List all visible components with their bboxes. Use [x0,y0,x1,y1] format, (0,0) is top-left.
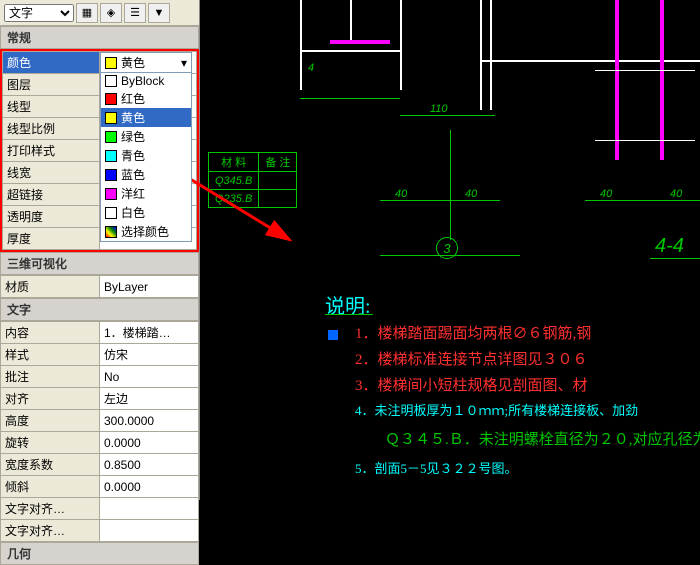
prop-rotation-label[interactable]: 旋转 [1,432,100,454]
section-3dvisual[interactable]: 三维可视化 [0,252,199,275]
drawing-area[interactable]: 4 110 40 40 40 40 材 料备 注 Q345.B Q235.B 3… [200,0,700,500]
color-option-cyan[interactable]: 青色 [101,146,191,165]
prop-ltscale-label[interactable]: 线型比例 [3,118,100,140]
toggle-pim-icon[interactable]: ▦ [76,3,98,23]
dim-text: 4 [308,62,314,74]
prop-thickness-label[interactable]: 厚度 [3,228,100,250]
color-option-green[interactable]: 绿色 [101,127,191,146]
dim-line [300,98,400,99]
dim-line [380,200,500,201]
prop-style-label[interactable]: 样式 [1,344,100,366]
filter-icon[interactable]: ☰ [124,3,146,23]
caret-down-icon: ▾ [181,56,187,70]
dim-text: 40 [670,188,682,200]
cad-line [615,0,619,160]
prop-hyperlink-label[interactable]: 超链接 [3,184,100,206]
dim-text: 40 [395,188,407,200]
prop-content-label[interactable]: 内容 [1,322,100,344]
color-option-current[interactable]: 黄色▾ [101,53,191,73]
prop-widthf-label[interactable]: 宽度系数 [1,454,100,476]
prop-oblique-label[interactable]: 倾斜 [1,476,100,498]
note-3: 3．楼梯间小短柱规格见剖面图、材 [355,374,588,395]
dim-text: 110 [430,103,448,115]
cad-line [400,0,402,90]
prop-plotstyle-label[interactable]: 打印样式 [3,140,100,162]
note-2: 2．楼梯标准连接节点详图见３０６ [355,348,588,369]
note-q345: Ｑ３４５.Ｂ．未注明螺栓直径为２０,对应孔径为 [385,428,700,449]
cad-line [330,40,390,44]
section-text[interactable]: 文字 [0,298,199,321]
cad-line [300,0,302,90]
dim-line [450,130,451,240]
quick-select-icon[interactable]: ◈ [100,3,122,23]
cad-line [490,0,492,110]
prop-content-value[interactable]: 1．楼梯踏… [100,322,199,344]
prop-lineweight-label[interactable]: 线宽 [3,162,100,184]
prop-material-value[interactable]: ByLayer [100,276,199,298]
color-option-byblock[interactable]: ByBlock [101,73,191,89]
note-4: 4．未注明板厚为１０ｍｍ;所有楼梯连接板、加劲 [355,400,638,419]
prop-height-label[interactable]: 高度 [1,410,100,432]
cad-line [480,0,482,110]
cad-line [300,50,400,52]
prop-transparency-label[interactable]: 透明度 [3,206,100,228]
prop-annot-label[interactable]: 批注 [1,366,100,388]
dim-text: 40 [465,188,477,200]
section-label: 4-4 [655,235,684,258]
selection-grip[interactable] [328,330,338,340]
prop-textalign2-label[interactable]: 文字对齐… [1,520,100,542]
section-underline [650,258,700,259]
cad-line [595,140,695,141]
material-table: 材 料备 注 Q345.B Q235.B [208,152,297,208]
section-geom[interactable]: 几何 [0,542,199,565]
cad-line [595,70,695,71]
color-option-blue[interactable]: 蓝色 [101,165,191,184]
color-option-red[interactable]: 红色 [101,89,191,108]
dim-text: 40 [600,188,612,200]
note-1: 1．楼梯踏面踢面均两根∅６钢筋,钢 [355,322,591,343]
color-option-magenta[interactable]: 洋红 [101,184,191,203]
prop-layer-label[interactable]: 图层 [3,74,100,96]
dim-line [400,115,495,116]
color-option-white[interactable]: 白色 [101,203,191,222]
color-option-select[interactable]: 选择颜色 [101,222,191,241]
prop-textalign1-label[interactable]: 文字对齐… [1,498,100,520]
color-dropdown[interactable]: 黄色▾ ByBlock 红色 黄色 绿色 青色 蓝色 洋红 白色 选择颜色 [100,52,192,242]
note-5: 5．剖面5－5见３２２号图。 [355,458,518,477]
color-option-yellow[interactable]: 黄色 [101,108,191,127]
prop-material-label[interactable]: 材质 [1,276,100,298]
cad-line [350,0,352,40]
dim-line [585,200,700,201]
cad-line [480,60,700,62]
cad-line [660,0,664,160]
detail-circle: 3 [436,237,458,259]
prop-linetype-label[interactable]: 线型 [3,96,100,118]
funnel-icon[interactable]: ▼ [148,3,170,23]
prop-color-label[interactable]: 颜色 [3,52,100,74]
prop-justify-label[interactable]: 对齐 [1,388,100,410]
title-underline [325,314,373,315]
object-type-select[interactable]: 文字 [4,4,74,22]
section-general[interactable]: 常规 [0,26,199,49]
